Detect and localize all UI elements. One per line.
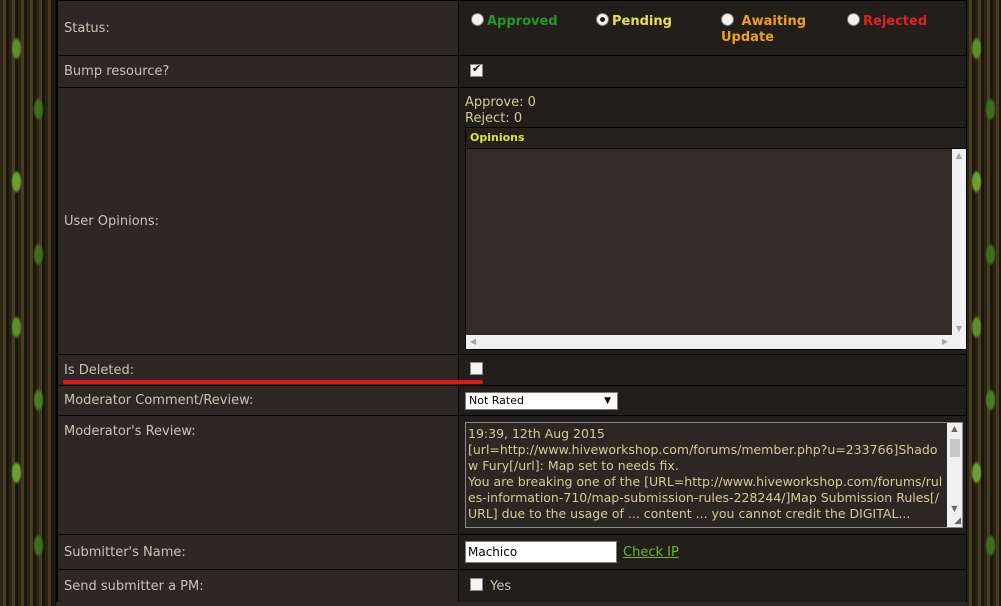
mod-review-label: Moderator's Review: xyxy=(57,415,459,535)
submitter-name-input[interactable]: Machico xyxy=(465,541,617,563)
opinions-content xyxy=(466,149,952,335)
opinions-header: Opinions xyxy=(466,128,966,149)
scroll-right-arrow-icon[interactable]: ▶ xyxy=(942,337,948,346)
bump-label: Bump resource? xyxy=(57,55,459,88)
deleted-checkbox[interactable] xyxy=(470,362,483,375)
left-vine-border xyxy=(0,0,55,606)
approve-count: Approve: 0 xyxy=(465,95,536,110)
status-awaiting-update-option[interactable]: Awaiting Update xyxy=(721,13,806,46)
check-ip-link[interactable]: Check IP xyxy=(623,545,679,560)
reject-count: Reject: 0 xyxy=(465,111,523,126)
status-approved-option[interactable]: Approved xyxy=(471,13,558,30)
rating-select[interactable]: Not Rated ▼ xyxy=(465,391,618,410)
moderation-form: Status: Approved Pending Awaiting Update … xyxy=(57,0,967,603)
send-pm-yes-label: Yes xyxy=(490,579,512,594)
scroll-down-arrow-icon[interactable]: ▼ xyxy=(952,324,966,333)
status-label: Status: xyxy=(57,0,459,56)
opinions-label: User Opinions: xyxy=(57,87,459,355)
right-vine-border xyxy=(966,0,1001,606)
send-pm-checkbox[interactable] xyxy=(470,578,483,591)
mod-review-text: 19:39, 12th Aug 2015 [url=http://www.hiv… xyxy=(468,426,943,521)
radio-pending[interactable] xyxy=(596,13,609,26)
radio-approved[interactable] xyxy=(471,13,484,26)
status-rejected-option[interactable]: Rejected xyxy=(847,13,927,30)
radio-rejected[interactable] xyxy=(847,13,860,26)
chevron-down-icon: ▼ xyxy=(604,395,611,406)
mod-comment-label: Moderator Comment/Review: xyxy=(57,385,459,416)
scroll-left-arrow-icon[interactable]: ◀ xyxy=(470,337,476,346)
scroll-up-arrow-icon[interactable]: ▲ xyxy=(947,424,962,433)
send-pm-label: Send submitter a PM: xyxy=(57,569,459,603)
scroll-down-arrow-icon[interactable]: ▼ xyxy=(947,504,962,513)
review-scrollbar[interactable]: ▲ ▼ ◢ xyxy=(947,423,962,527)
opinions-vertical-scrollbar[interactable]: ▲ ▼ xyxy=(952,149,966,335)
mod-review-textarea[interactable]: 19:39, 12th Aug 2015 [url=http://www.hiv… xyxy=(465,422,963,528)
status-pending-option[interactable]: Pending xyxy=(596,13,672,30)
status-options: Approved Pending Awaiting Update Rejected xyxy=(459,1,966,55)
submitter-label: Submitter's Name: xyxy=(57,534,459,570)
radio-awaiting-update[interactable] xyxy=(721,13,734,26)
opinions-horizontal-scrollbar[interactable]: ◀ ▶ xyxy=(466,335,952,349)
bump-checkbox[interactable] xyxy=(470,62,483,77)
opinions-box: Opinions ▲ ▼ ◀ ▶ xyxy=(465,127,967,350)
red-underline-annotation xyxy=(63,380,483,384)
resize-grip-icon[interactable]: ◢ xyxy=(954,516,961,526)
scroll-up-arrow-icon[interactable]: ▲ xyxy=(952,151,966,160)
